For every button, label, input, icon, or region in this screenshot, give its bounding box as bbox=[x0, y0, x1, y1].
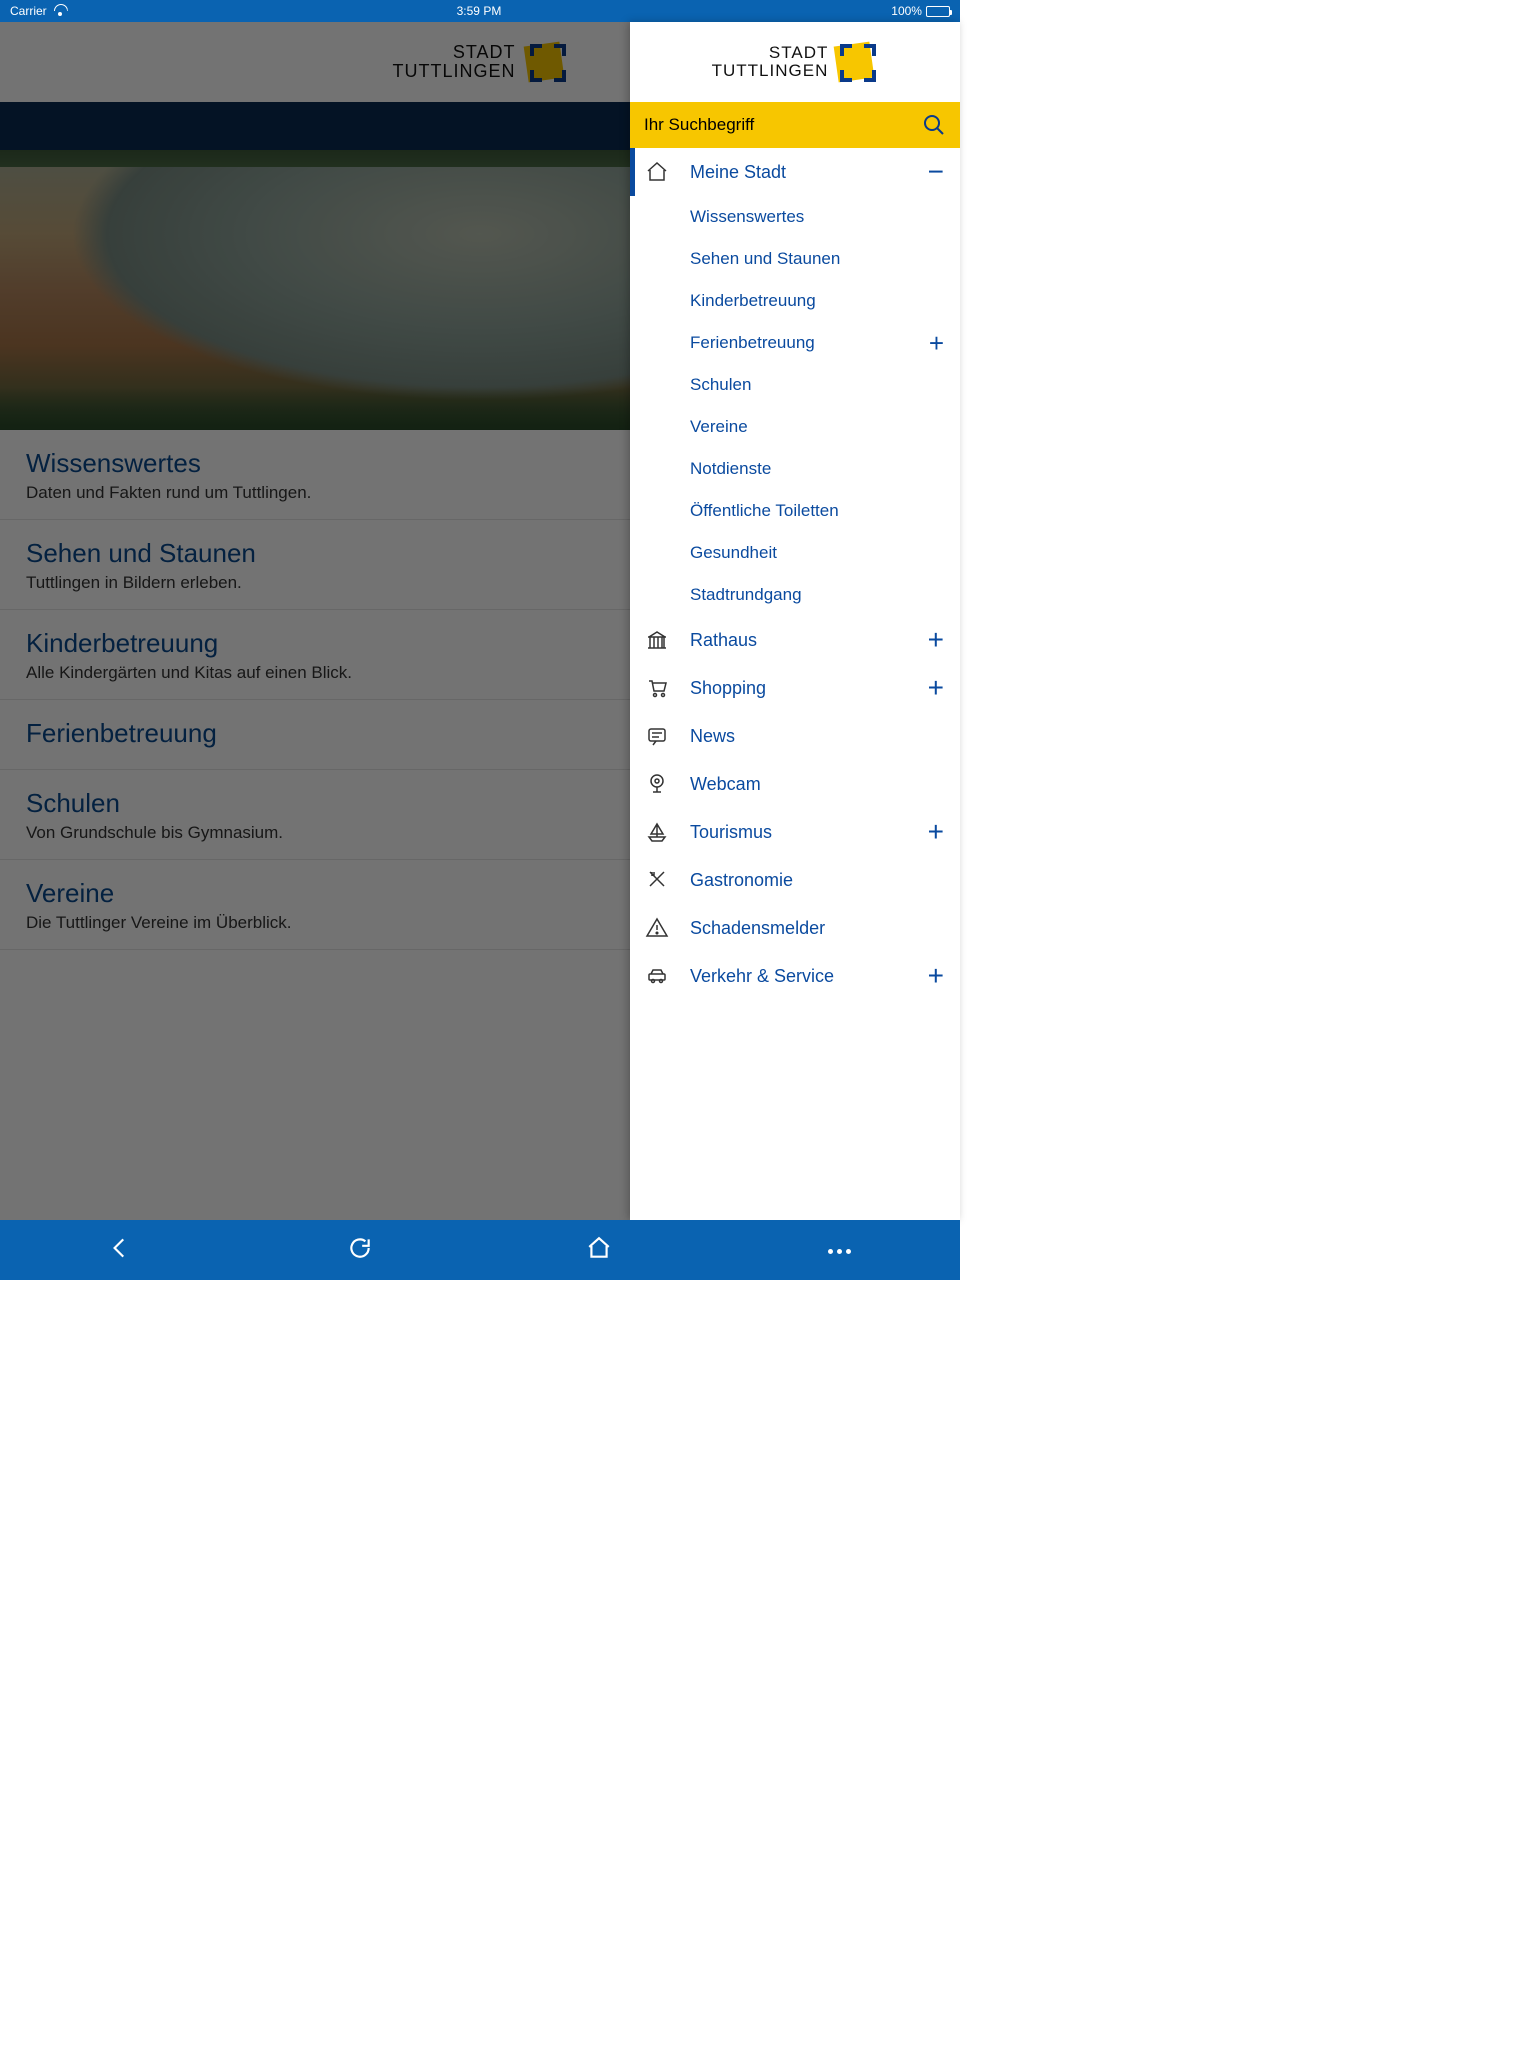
submenu-notdienste[interactable]: Notdienste bbox=[630, 448, 960, 490]
menu-label: Tourismus bbox=[690, 822, 928, 843]
menu-label: Verkehr & Service bbox=[690, 966, 928, 987]
expand-icon[interactable]: + bbox=[928, 962, 944, 990]
submenu-toiletten[interactable]: Öffentliche Toiletten bbox=[630, 490, 960, 532]
more-button[interactable] bbox=[826, 1241, 853, 1259]
menu-label: Schadensmelder bbox=[690, 918, 944, 939]
logo-line2: TUTTLINGEN bbox=[712, 61, 829, 80]
menu-tourismus[interactable]: Tourismus + bbox=[630, 808, 960, 856]
menu-shopping[interactable]: Shopping + bbox=[630, 664, 960, 712]
menu-schadensmelder[interactable]: Schadensmelder bbox=[630, 904, 960, 952]
submenu-wissenswertes[interactable]: Wissenswertes bbox=[630, 196, 960, 238]
menu-label: News bbox=[690, 726, 944, 747]
side-menu: STADT TUTTLINGEN Meine Stadt − Wissenswe… bbox=[630, 22, 960, 1220]
chat-icon bbox=[642, 724, 672, 748]
menu-logo: STADT TUTTLINGEN bbox=[630, 22, 960, 102]
menu-label: Gastronomie bbox=[690, 870, 944, 891]
cart-icon bbox=[642, 676, 672, 700]
carrier-label: Carrier bbox=[10, 4, 47, 18]
menu-gastronomie[interactable]: Gastronomie bbox=[630, 856, 960, 904]
battery-label: 100% bbox=[891, 4, 922, 18]
car-icon bbox=[642, 964, 672, 988]
submenu-ferienbetreuung[interactable]: Ferienbetreuung+ bbox=[630, 322, 960, 364]
menu-label: Shopping bbox=[690, 678, 928, 699]
logo-icon bbox=[834, 40, 878, 84]
menu-label: Webcam bbox=[690, 774, 944, 795]
status-bar: Carrier 3:59 PM 100% bbox=[0, 0, 960, 22]
building-icon bbox=[642, 628, 672, 652]
back-button[interactable] bbox=[107, 1235, 133, 1266]
bottom-bar bbox=[0, 1220, 960, 1280]
status-time: 3:59 PM bbox=[457, 4, 502, 18]
submenu-vereine[interactable]: Vereine bbox=[630, 406, 960, 448]
webcam-icon bbox=[642, 772, 672, 796]
warning-icon bbox=[642, 916, 672, 940]
menu-news[interactable]: News bbox=[630, 712, 960, 760]
search-bar[interactable] bbox=[630, 102, 960, 148]
reload-button[interactable] bbox=[347, 1235, 373, 1266]
submenu-schulen[interactable]: Schulen bbox=[630, 364, 960, 406]
submenu-stadtrundgang[interactable]: Stadtrundgang bbox=[630, 574, 960, 616]
menu-meine-stadt[interactable]: Meine Stadt − bbox=[630, 148, 960, 196]
search-input[interactable] bbox=[644, 115, 912, 135]
menu-rathaus[interactable]: Rathaus + bbox=[630, 616, 960, 664]
submenu-kinderbetreuung[interactable]: Kinderbetreuung bbox=[630, 280, 960, 322]
collapse-icon[interactable]: − bbox=[928, 158, 944, 186]
boat-icon bbox=[642, 820, 672, 844]
submenu-sehen[interactable]: Sehen und Staunen bbox=[630, 238, 960, 280]
menu-label: Rathaus bbox=[690, 630, 928, 651]
menu-verkehr[interactable]: Verkehr & Service + bbox=[630, 952, 960, 1000]
expand-icon[interactable]: + bbox=[928, 626, 944, 654]
expand-icon[interactable]: + bbox=[929, 330, 944, 356]
expand-icon[interactable]: + bbox=[928, 818, 944, 846]
menu-webcam[interactable]: Webcam bbox=[630, 760, 960, 808]
submenu-gesundheit[interactable]: Gesundheit bbox=[630, 532, 960, 574]
wifi-icon bbox=[53, 6, 67, 16]
expand-icon[interactable]: + bbox=[928, 674, 944, 702]
menu-label: Meine Stadt bbox=[690, 162, 928, 183]
logo-line1: STADT bbox=[712, 44, 829, 62]
utensils-icon bbox=[642, 868, 672, 892]
home-button[interactable] bbox=[586, 1235, 612, 1266]
home-icon bbox=[642, 160, 672, 184]
battery-icon bbox=[926, 6, 950, 17]
search-icon[interactable] bbox=[922, 113, 946, 137]
